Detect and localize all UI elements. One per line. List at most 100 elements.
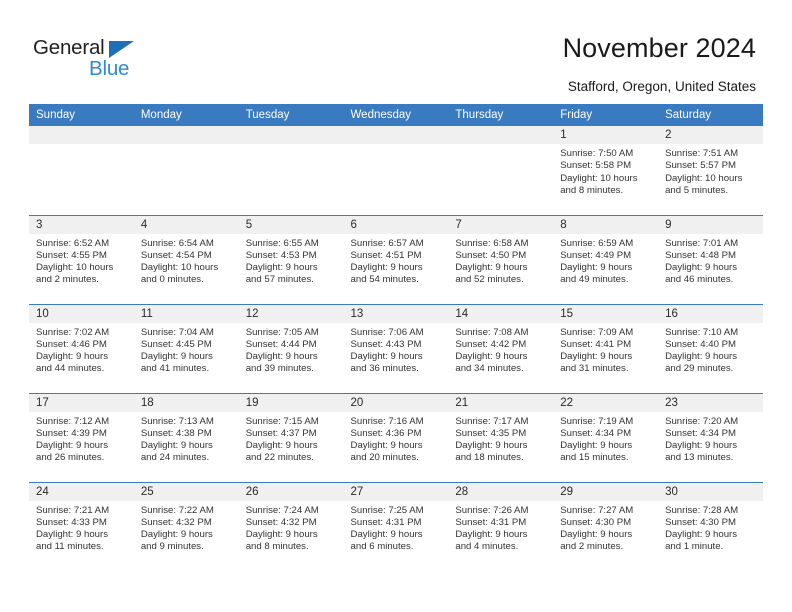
day-number: 1 xyxy=(553,126,659,144)
calendar-day-cell[interactable]: 21 Sunrise: 7:17 AM Sunset: 4:35 PM Dayli… xyxy=(448,392,554,482)
day-number xyxy=(29,126,134,144)
sun-times-info xyxy=(448,144,553,148)
weekday-header-saturday: Saturday xyxy=(658,104,763,126)
calendar-day-cell[interactable]: 8 Sunrise: 6:59 AM Sunset: 4:49 PM Daylig… xyxy=(553,214,659,304)
day-number: 22 xyxy=(553,393,659,412)
weekday-header-sunday: Sunday xyxy=(29,104,134,126)
sunrise-sunset-calendar-table: Sunday Monday Tuesday Wednesday Thursday… xyxy=(29,104,763,571)
sun-times-info: Sunrise: 7:17 AM Sunset: 4:35 PM Dayligh… xyxy=(455,415,529,464)
sun-times-info: Sunrise: 6:59 AM Sunset: 4:49 PM Dayligh… xyxy=(560,237,634,286)
calendar-day-cell[interactable]: 22 Sunrise: 7:19 AM Sunset: 4:34 PM Dayli… xyxy=(553,392,659,482)
calendar-day-cell[interactable]: 17 Sunrise: 7:12 AM Sunset: 4:39 PM Dayli… xyxy=(29,392,134,482)
calendar-day-cell[interactable]: 2 Sunrise: 7:51 AM Sunset: 5:57 PM Daylig… xyxy=(658,126,763,215)
sun-times-info: Sunrise: 6:58 AM Sunset: 4:50 PM Dayligh… xyxy=(455,237,529,286)
sun-times-info: Sunrise: 7:04 AM Sunset: 4:45 PM Dayligh… xyxy=(140,326,214,375)
calendar-day-cell[interactable]: 18 Sunrise: 7:13 AM Sunset: 4:38 PM Dayli… xyxy=(133,392,239,482)
day-number: 23 xyxy=(658,393,763,412)
day-number: 24 xyxy=(29,482,134,501)
sun-times-info: Sunrise: 7:01 AM Sunset: 4:48 PM Dayligh… xyxy=(665,237,739,286)
weekday-header-tuesday: Tuesday xyxy=(238,104,344,126)
weekday-header-wednesday: Wednesday xyxy=(343,104,449,126)
day-number xyxy=(238,126,344,144)
day-number: 19 xyxy=(238,393,344,412)
day-number: 7 xyxy=(448,215,554,234)
calendar-day-cell[interactable]: 29 Sunrise: 7:27 AM Sunset: 4:30 PM Dayli… xyxy=(553,481,659,571)
calendar-day-cell[interactable]: 19 Sunrise: 7:15 AM Sunset: 4:37 PM Dayli… xyxy=(238,392,344,482)
sun-times-info xyxy=(344,144,449,148)
calendar-day-cell[interactable]: 28 Sunrise: 7:26 AM Sunset: 4:31 PM Dayli… xyxy=(448,481,554,571)
calendar-day-cell[interactable]: 25 Sunrise: 7:22 AM Sunset: 4:32 PM Dayli… xyxy=(133,481,239,571)
calendar-day-cell[interactable]: 16 Sunrise: 7:10 AM Sunset: 4:40 PM Dayli… xyxy=(658,303,763,393)
weekday-header-monday: Monday xyxy=(133,104,239,126)
weekday-header-friday: Friday xyxy=(553,104,659,126)
calendar-day-cell[interactable]: 3 Sunrise: 6:52 AM Sunset: 4:55 PM Daylig… xyxy=(29,214,134,304)
sun-times-info: Sunrise: 7:22 AM Sunset: 4:32 PM Dayligh… xyxy=(140,504,214,553)
sun-times-info: Sunrise: 6:52 AM Sunset: 4:55 PM Dayligh… xyxy=(36,237,114,286)
day-number xyxy=(448,126,554,144)
logo-text-blue: Blue xyxy=(89,57,130,80)
calendar-day-cell[interactable]: 14 Sunrise: 7:08 AM Sunset: 4:42 PM Dayli… xyxy=(448,303,554,393)
general-blue-logo: General Blue xyxy=(33,36,183,88)
calendar-empty-cell xyxy=(133,126,239,215)
sun-times-info: Sunrise: 7:26 AM Sunset: 4:31 PM Dayligh… xyxy=(455,504,529,553)
sun-times-info: Sunrise: 7:28 AM Sunset: 4:30 PM Dayligh… xyxy=(665,504,739,553)
sun-times-info xyxy=(239,144,344,148)
calendar-day-cell[interactable]: 26 Sunrise: 7:24 AM Sunset: 4:32 PM Dayli… xyxy=(238,481,344,571)
day-number: 17 xyxy=(29,393,134,412)
calendar-day-cell[interactable]: 13 Sunrise: 7:06 AM Sunset: 4:43 PM Dayli… xyxy=(343,303,449,393)
calendar-day-cell[interactable]: 30 Sunrise: 7:28 AM Sunset: 4:30 PM Dayli… xyxy=(658,481,763,571)
calendar-day-cell[interactable]: 1 Sunrise: 7:50 AM Sunset: 5:58 PM Daylig… xyxy=(553,126,659,215)
triangle-icon xyxy=(109,40,134,58)
page-header: General Blue November 2024 Stafford, Ore… xyxy=(0,0,792,100)
day-number: 14 xyxy=(448,304,554,323)
sun-times-info: Sunrise: 7:13 AM Sunset: 4:38 PM Dayligh… xyxy=(140,415,214,464)
calendar-day-cell[interactable]: 24 Sunrise: 7:21 AM Sunset: 4:33 PM Dayli… xyxy=(29,481,134,571)
day-number: 26 xyxy=(238,482,344,501)
calendar-day-cell[interactable]: 10 Sunrise: 7:02 AM Sunset: 4:46 PM Dayli… xyxy=(29,303,134,393)
day-number: 18 xyxy=(133,393,239,412)
weekday-header-thursday: Thursday xyxy=(448,104,554,126)
day-number: 30 xyxy=(658,482,763,501)
sun-times-info: Sunrise: 7:19 AM Sunset: 4:34 PM Dayligh… xyxy=(560,415,634,464)
sun-times-info: Sunrise: 7:50 AM Sunset: 5:58 PM Dayligh… xyxy=(560,148,638,196)
calendar-day-cell[interactable]: 4 Sunrise: 6:54 AM Sunset: 4:54 PM Daylig… xyxy=(133,214,239,304)
sun-times-info: Sunrise: 7:21 AM Sunset: 4:33 PM Dayligh… xyxy=(36,504,110,553)
day-number: 4 xyxy=(133,215,239,234)
day-number: 20 xyxy=(343,393,449,412)
calendar-day-cell[interactable]: 7 Sunrise: 6:58 AM Sunset: 4:50 PM Daylig… xyxy=(448,214,554,304)
day-number: 6 xyxy=(343,215,449,234)
sun-times-info: Sunrise: 7:06 AM Sunset: 4:43 PM Dayligh… xyxy=(350,326,424,375)
day-number: 27 xyxy=(343,482,449,501)
calendar-day-cell[interactable]: 6 Sunrise: 6:57 AM Sunset: 4:51 PM Daylig… xyxy=(343,214,449,304)
day-number: 21 xyxy=(448,393,554,412)
day-number: 29 xyxy=(553,482,659,501)
calendar-day-cell[interactable]: 9 Sunrise: 7:01 AM Sunset: 4:48 PM Daylig… xyxy=(658,214,763,304)
calendar-week-row: 24 Sunrise: 7:21 AM Sunset: 4:33 PM Dayli… xyxy=(29,481,763,571)
sun-times-info: Sunrise: 6:55 AM Sunset: 4:53 PM Dayligh… xyxy=(245,237,319,286)
sun-times-info: Sunrise: 7:51 AM Sunset: 5:57 PM Dayligh… xyxy=(665,148,743,196)
day-number: 28 xyxy=(448,482,554,501)
day-number: 11 xyxy=(133,304,239,323)
weekday-header-row: Sunday Monday Tuesday Wednesday Thursday… xyxy=(29,104,763,126)
calendar-day-cell[interactable]: 11 Sunrise: 7:04 AM Sunset: 4:45 PM Dayli… xyxy=(133,303,239,393)
calendar-day-cell[interactable]: 12 Sunrise: 7:05 AM Sunset: 4:44 PM Dayli… xyxy=(238,303,344,393)
calendar-day-cell[interactable]: 5 Sunrise: 6:55 AM Sunset: 4:53 PM Daylig… xyxy=(238,214,344,304)
day-number: 3 xyxy=(29,215,134,234)
calendar-empty-cell xyxy=(448,126,554,215)
calendar-empty-cell xyxy=(29,126,134,215)
calendar-week-row: 1 Sunrise: 7:50 AM Sunset: 5:58 PM Daylig… xyxy=(29,126,763,215)
calendar-day-cell[interactable]: 15 Sunrise: 7:09 AM Sunset: 4:41 PM Dayli… xyxy=(553,303,659,393)
calendar-week-row: 3 Sunrise: 6:52 AM Sunset: 4:55 PM Daylig… xyxy=(29,214,763,304)
day-number: 8 xyxy=(553,215,659,234)
calendar-week-row: 17 Sunrise: 7:12 AM Sunset: 4:39 PM Dayli… xyxy=(29,392,763,482)
sun-times-info: Sunrise: 7:10 AM Sunset: 4:40 PM Dayligh… xyxy=(665,326,739,375)
day-number: 16 xyxy=(658,304,763,323)
sun-times-info: Sunrise: 7:15 AM Sunset: 4:37 PM Dayligh… xyxy=(245,415,319,464)
sun-times-info: Sunrise: 7:08 AM Sunset: 4:42 PM Dayligh… xyxy=(455,326,529,375)
calendar-day-cell[interactable]: 27 Sunrise: 7:25 AM Sunset: 4:31 PM Dayli… xyxy=(343,481,449,571)
calendar-day-cell[interactable]: 23 Sunrise: 7:20 AM Sunset: 4:34 PM Dayli… xyxy=(658,392,763,482)
day-number: 13 xyxy=(343,304,449,323)
day-number xyxy=(133,126,239,144)
calendar-day-cell[interactable]: 20 Sunrise: 7:16 AM Sunset: 4:36 PM Dayli… xyxy=(343,392,449,482)
day-number: 25 xyxy=(133,482,239,501)
